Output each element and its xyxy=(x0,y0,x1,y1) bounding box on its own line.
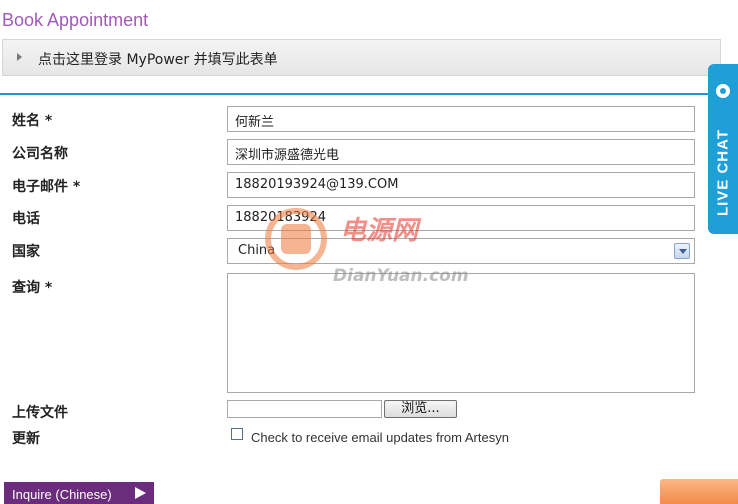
country-select-value: China xyxy=(238,243,276,258)
inquire-button-label: Inquire (Chinese) xyxy=(12,487,112,502)
updates-label: 更新 xyxy=(12,431,40,447)
name-label: 姓名 * xyxy=(12,113,53,129)
email-updates-label[interactable]: Check to receive email updates from Arte… xyxy=(251,430,509,445)
company-field[interactable]: 深圳市源盛德光电 xyxy=(227,139,695,165)
email-label: 电子邮件 * xyxy=(12,179,81,195)
divider xyxy=(0,93,738,95)
country-select[interactable]: China xyxy=(227,238,695,264)
file-path-input[interactable] xyxy=(227,400,382,418)
login-link-text[interactable]: 点击这里登录 MyPower 并填写此表单 xyxy=(38,49,278,69)
phone-field[interactable]: 18820183924 xyxy=(227,205,695,231)
phone-label: 电话 xyxy=(12,211,40,227)
name-field[interactable]: 何新兰 xyxy=(227,106,695,132)
chevron-down-icon[interactable] xyxy=(674,243,690,259)
orange-tab[interactable] xyxy=(660,479,738,504)
play-arrow-icon xyxy=(135,487,146,499)
email-field[interactable]: 18820193924@139.COM xyxy=(227,172,695,198)
chat-bubble-icon xyxy=(716,84,730,98)
email-updates-checkbox[interactable] xyxy=(231,428,243,440)
inquiry-label: 查询 * xyxy=(12,280,53,296)
inquire-button[interactable]: Inquire (Chinese) xyxy=(4,482,154,504)
live-chat-label: LIVE CHAT xyxy=(714,128,732,217)
upload-label: 上传文件 xyxy=(12,405,68,421)
login-bar[interactable]: 点击这里登录 MyPower 并填写此表单 xyxy=(2,39,721,76)
caret-right-icon xyxy=(17,53,22,61)
inquiry-textarea[interactable] xyxy=(227,273,695,393)
company-label: 公司名称 xyxy=(12,146,68,162)
country-label: 国家 xyxy=(12,244,40,260)
browse-button[interactable]: 浏览... xyxy=(384,400,457,418)
page-title: Book Appointment xyxy=(2,10,149,30)
live-chat-tab[interactable]: LIVE CHAT xyxy=(708,64,738,234)
